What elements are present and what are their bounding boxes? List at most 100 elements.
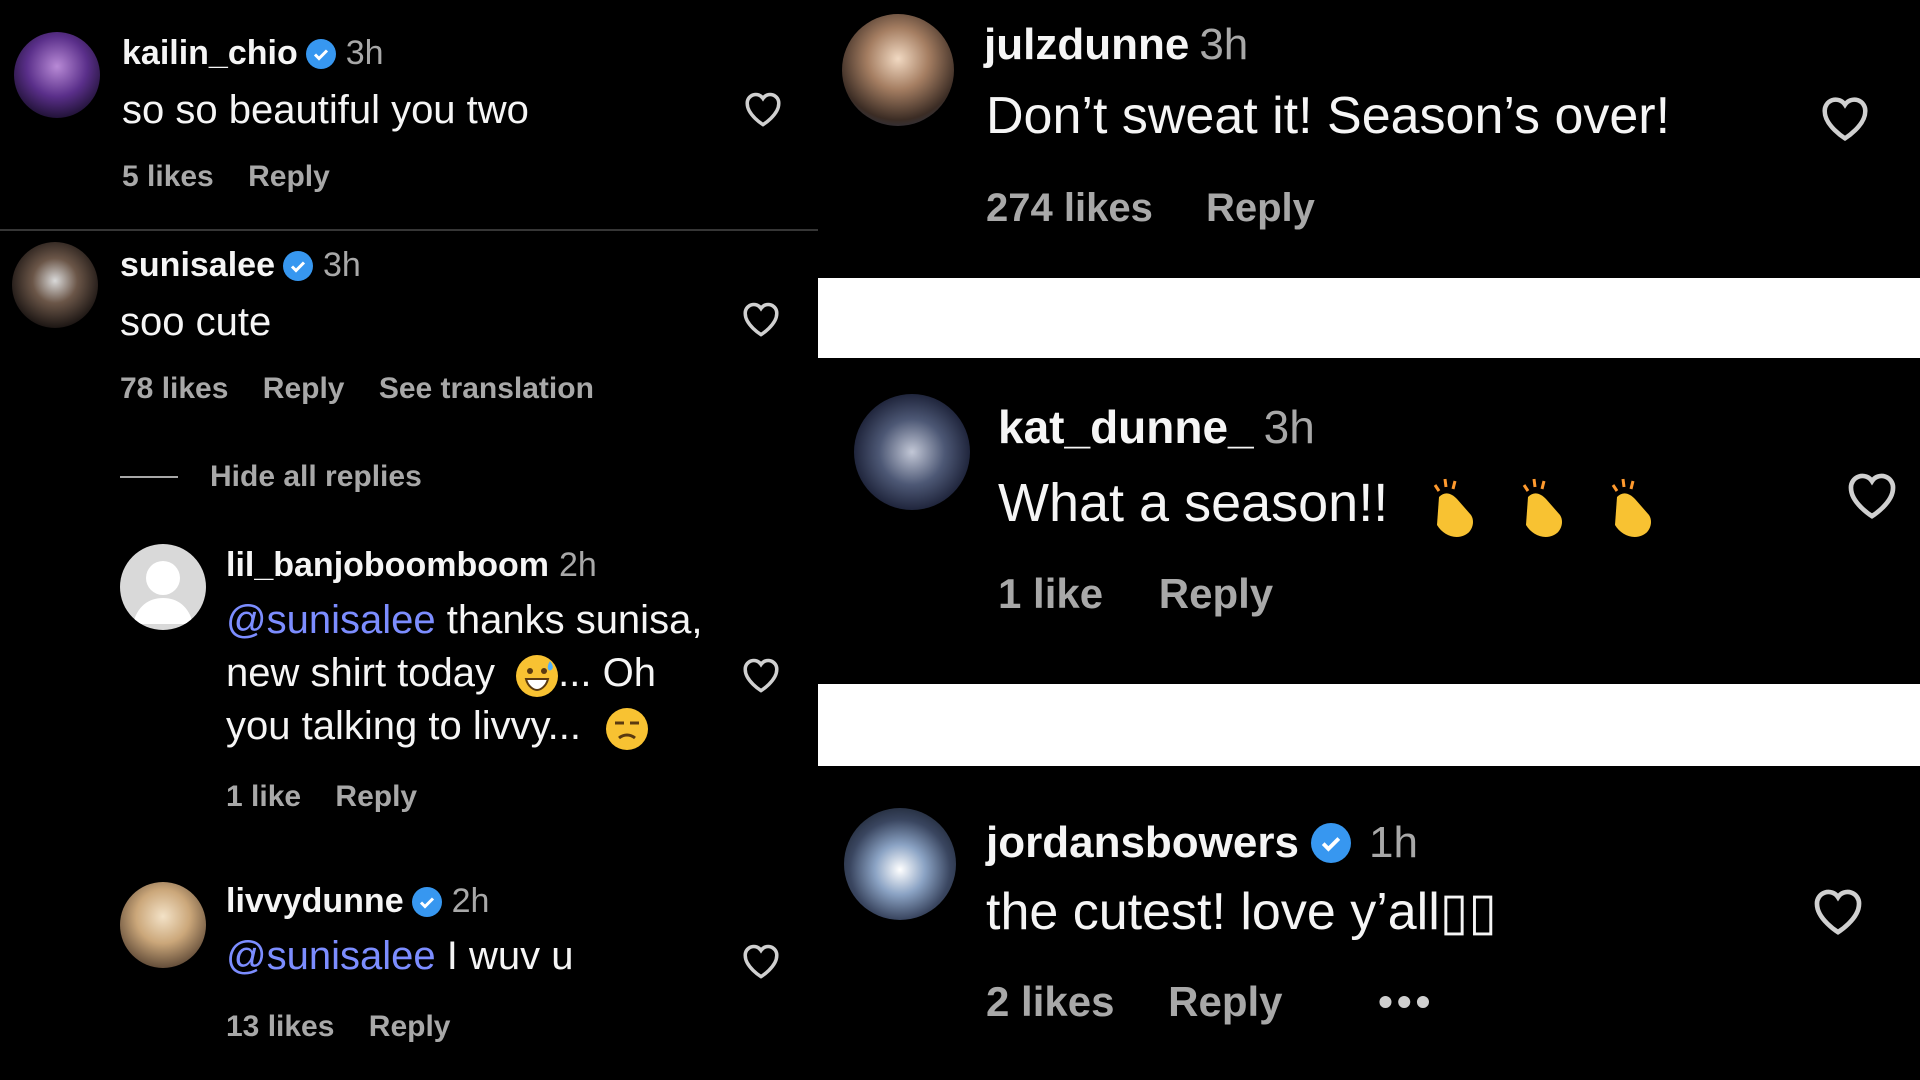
heart-icon bbox=[743, 944, 779, 979]
heart-icon bbox=[743, 302, 779, 337]
timestamp: 2h bbox=[451, 882, 490, 920]
comment-kailin-chio: kailin_chio 3h so so beautiful you two 5… bbox=[0, 0, 818, 230]
comment-divider bbox=[0, 229, 818, 231]
see-translation-button[interactable]: See translation bbox=[379, 372, 594, 405]
avatar[interactable] bbox=[120, 544, 206, 630]
comment-text: so so beautiful you two bbox=[122, 88, 529, 132]
heart-like-button[interactable] bbox=[740, 940, 782, 985]
comment-meta: 2 likes Reply ••• bbox=[986, 978, 1460, 1026]
clapping-hands-emoji-icon bbox=[1514, 475, 1574, 539]
reply-button[interactable]: Reply bbox=[248, 160, 330, 193]
comment-meta: 1 like Reply bbox=[998, 570, 1299, 618]
likes-count[interactable]: 1 like bbox=[226, 780, 301, 813]
comment-text: Don’t sweat it! Season’s over! bbox=[986, 87, 1671, 145]
verified-badge-icon bbox=[305, 38, 336, 69]
avatar[interactable] bbox=[14, 32, 100, 118]
mention-link[interactable]: @sunisalee bbox=[226, 598, 436, 642]
reply-text-2b: ... Oh bbox=[558, 651, 656, 696]
avatar[interactable] bbox=[854, 394, 970, 510]
avatar[interactable] bbox=[12, 242, 98, 328]
heart-like-button[interactable] bbox=[740, 298, 782, 343]
heart-like-button[interactable] bbox=[740, 654, 782, 699]
comment-text: the cutest! love y’all▯▯ bbox=[986, 878, 1497, 947]
username[interactable]: lil_banjoboomboom bbox=[226, 546, 549, 585]
reply-button[interactable]: Reply bbox=[369, 1010, 451, 1043]
reply-button[interactable]: Reply bbox=[1168, 978, 1282, 1025]
comment-meta: 13 likes Reply bbox=[226, 1010, 476, 1044]
reply-text-2: new shirt today bbox=[226, 651, 496, 696]
likes-count[interactable]: 2 likes bbox=[986, 978, 1114, 1025]
likes-count[interactable]: 274 likes bbox=[986, 186, 1153, 230]
timestamp: 3h bbox=[1199, 20, 1249, 69]
likes-count[interactable]: 78 likes bbox=[120, 372, 228, 405]
username[interactable]: livvydunne bbox=[226, 882, 404, 921]
reply-text: I wuv u bbox=[435, 934, 574, 978]
reply-text-3: you talking to livvy... bbox=[226, 704, 581, 749]
comment-text: @sunisalee I wuv u bbox=[226, 930, 573, 983]
comment-header: julzdunne 3h bbox=[984, 20, 1248, 70]
heart-like-button[interactable] bbox=[1818, 92, 1872, 147]
avatar[interactable] bbox=[844, 808, 956, 920]
timestamp: 2h bbox=[558, 546, 597, 584]
comment-header: sunisalee 3h bbox=[120, 246, 361, 285]
reply-button[interactable]: Reply bbox=[1206, 186, 1315, 230]
comment-text: @sunisalee thanks sunisa, new shirt toda… bbox=[226, 594, 746, 754]
clapping-hands-emoji-icon bbox=[1425, 475, 1485, 539]
reply-button[interactable]: Reply bbox=[1159, 570, 1273, 617]
likes-count[interactable]: 5 likes bbox=[122, 160, 214, 193]
comment-header: lil_banjoboomboom 2h bbox=[226, 546, 597, 585]
comment-body: the cutest! love y’all bbox=[986, 883, 1440, 941]
comment-text: What a season!! bbox=[998, 468, 1663, 540]
heart-icon bbox=[743, 658, 779, 693]
mention-link[interactable]: @sunisalee bbox=[226, 934, 436, 978]
right-comment-panel-julzdunne: julzdunne 3h Don’t sweat it! Season’s ov… bbox=[818, 0, 1920, 278]
comment-header: jordansbowers 1h bbox=[986, 818, 1418, 868]
reply-lil-banjoboomboom: lil_banjoboomboom 2h @sunisalee thanks s… bbox=[0, 540, 818, 840]
reply-button[interactable]: Reply bbox=[263, 372, 345, 405]
heart-like-button[interactable] bbox=[1844, 468, 1900, 525]
more-options-button[interactable]: ••• bbox=[1378, 978, 1434, 1025]
reply-button[interactable]: Reply bbox=[335, 780, 417, 813]
reply-text-1: thanks sunisa, bbox=[435, 598, 703, 642]
heart-icon bbox=[745, 92, 781, 127]
username[interactable]: jordansbowers bbox=[986, 818, 1299, 868]
unrendered-glyphs: ▯▯ bbox=[1439, 882, 1498, 942]
username[interactable]: julzdunne bbox=[984, 20, 1189, 70]
comment-meta: 5 likes Reply bbox=[122, 160, 356, 194]
comment-header: kat_dunne_ 3h bbox=[998, 400, 1315, 454]
heart-icon bbox=[1814, 889, 1862, 935]
comment-header: livvydunne 2h bbox=[226, 882, 489, 921]
comment-sunisalee: sunisalee 3h soo cute 78 likes Reply See… bbox=[0, 232, 818, 532]
comment-meta: 1 like Reply bbox=[226, 780, 443, 814]
comment-header: kailin_chio 3h bbox=[122, 34, 384, 73]
comment-text: soo cute bbox=[120, 300, 272, 344]
timestamp: 3h bbox=[345, 34, 384, 72]
timestamp: 3h bbox=[1263, 401, 1315, 453]
likes-count[interactable]: 1 like bbox=[998, 570, 1103, 617]
username[interactable]: sunisalee bbox=[120, 246, 275, 285]
avatar[interactable] bbox=[120, 882, 206, 968]
hide-replies-button[interactable]: Hide all replies bbox=[210, 460, 422, 494]
heart-like-button[interactable] bbox=[1810, 884, 1866, 941]
replies-line bbox=[120, 476, 178, 478]
verified-badge-icon bbox=[411, 886, 442, 917]
comment-body: What a season!! bbox=[998, 473, 1389, 533]
right-comment-panel-jordansbowers: jordansbowers 1h the cutest! love y’all▯… bbox=[818, 766, 1920, 1080]
reply-livvydunne: livvydunne 2h @sunisalee I wuv u 13 like… bbox=[0, 876, 818, 1076]
timestamp: 3h bbox=[322, 246, 361, 284]
grinning-sweat-emoji-icon bbox=[516, 654, 559, 697]
avatar[interactable] bbox=[842, 14, 954, 126]
username[interactable]: kailin_chio bbox=[122, 34, 298, 73]
comment-meta: 78 likes Reply See translation bbox=[120, 372, 620, 406]
verified-badge-icon bbox=[282, 250, 313, 281]
default-user-icon bbox=[133, 561, 193, 624]
clapping-hands-emoji-icon bbox=[1603, 475, 1663, 539]
likes-count[interactable]: 13 likes bbox=[226, 1010, 334, 1043]
left-comments-panel: kailin_chio 3h so so beautiful you two 5… bbox=[0, 0, 818, 1080]
timestamp: 1h bbox=[1368, 818, 1418, 867]
right-comment-panel-kat-dunne: kat_dunne_ 3h What a season!! 1 like Rep… bbox=[818, 358, 1920, 684]
heart-icon bbox=[1822, 97, 1868, 142]
heart-icon bbox=[1848, 473, 1896, 519]
heart-like-button[interactable] bbox=[742, 88, 784, 133]
username[interactable]: kat_dunne_ bbox=[998, 400, 1254, 454]
